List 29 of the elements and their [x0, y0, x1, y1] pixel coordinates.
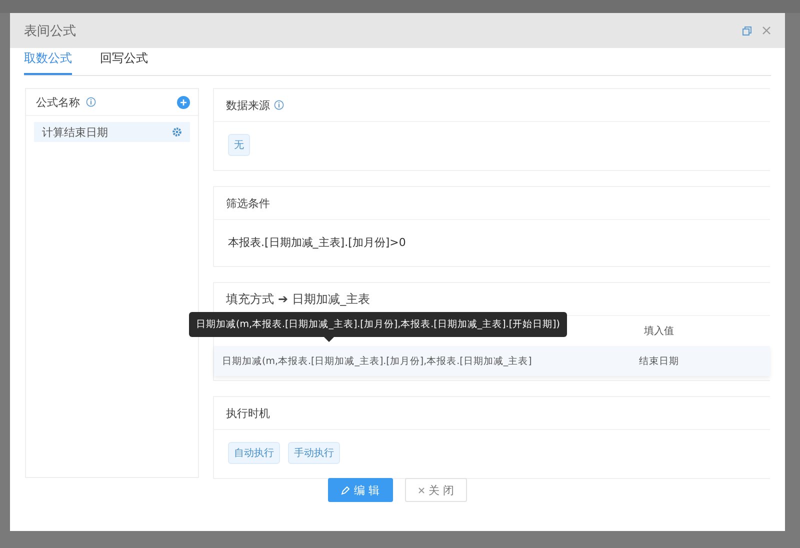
arrow-glyph: ➔: [278, 292, 288, 306]
restore-icon[interactable]: [742, 26, 752, 36]
edit-button[interactable]: 编 辑: [328, 478, 392, 502]
close-icon[interactable]: [762, 26, 771, 35]
close-icon: [418, 486, 424, 494]
tab[interactable]: 回写公式: [100, 50, 148, 75]
card-title: 填充方式: [226, 290, 274, 308]
pencil-icon: [341, 486, 350, 494]
panel-title: 公式名称: [36, 94, 80, 110]
card-title: 执行时机: [226, 406, 270, 420]
tooltip-pointer: [324, 337, 334, 342]
tag: 无: [228, 134, 250, 156]
info-icon: [86, 97, 96, 107]
formula-item[interactable]: 计算结束日期: [34, 122, 190, 142]
tag: 自动执行: [228, 442, 280, 464]
gear-icon[interactable]: [172, 127, 182, 137]
table-cell-text: 结束日期: [638, 354, 680, 368]
column-header: 填入值: [643, 324, 675, 338]
tab[interactable]: 取数公式: [24, 50, 72, 75]
info-icon: [274, 100, 284, 110]
target-table: 日期加减_主表: [292, 290, 370, 308]
close-button[interactable]: 关 闭: [404, 478, 467, 502]
dialog-title: 表间公式: [24, 22, 77, 40]
tag: 手动执行: [288, 442, 340, 464]
card-title: 数据来源: [226, 98, 270, 112]
add-icon[interactable]: [177, 96, 190, 108]
card-title: 筛选条件: [226, 196, 270, 210]
table-cell-text: 日期加减(m,本报表.[日期加减_主表].[加月份],本报表.[日期加减_主表]: [221, 354, 533, 368]
filter-expression: 本报表.[日期加减_主表].[加月份]>0: [228, 234, 406, 250]
